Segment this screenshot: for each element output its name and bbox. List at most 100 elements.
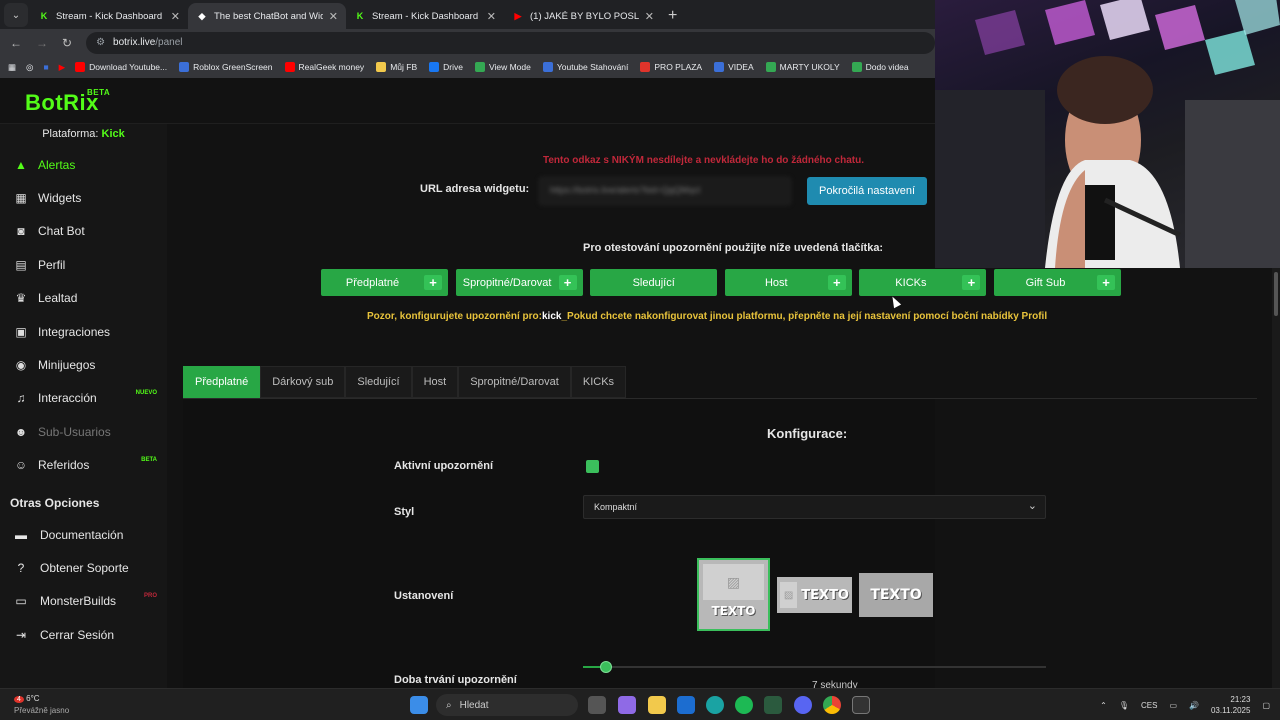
weather-widget[interactable]: 4 6°C Převážně jasno <box>14 693 69 716</box>
config-tab[interactable]: Dárkový sub <box>260 366 346 398</box>
chrome-icon[interactable]: ◎ <box>26 62 33 73</box>
sidebar-item-integraciones[interactable]: ▣ Integraciones <box>0 315 167 348</box>
test-alert-button[interactable]: Spropitné/Darovat + <box>455 269 583 296</box>
sidebar-item-perfil[interactable]: ▤ Perfil <box>0 248 167 281</box>
discord-icon[interactable] <box>794 696 812 714</box>
layout-option-overlay[interactable]: TEXTO <box>859 573 933 617</box>
browser-tab[interactable]: ▶ (1) JAKÉ BY BYLO POSLEDNÍ JÍD ✕ <box>504 3 662 29</box>
sidebar-item-chat-bot[interactable]: ◙ Chat Bot <box>0 215 167 248</box>
sidebar-item-lealtad[interactable]: ♛ Lealtad <box>0 282 167 315</box>
layout-option-side[interactable]: ▨ TEXTO <box>777 577 852 613</box>
windows-start-icon[interactable] <box>410 696 428 714</box>
platform-indicator: Plataforma: Kick <box>0 124 167 148</box>
edge-icon[interactable] <box>706 696 724 714</box>
test-alert-button[interactable]: Předplatné + <box>321 269 448 296</box>
style-select-value: Kompaktní <box>594 502 638 512</box>
bookmark-item[interactable]: Můj FB <box>376 62 417 72</box>
bookmark-item[interactable]: RealGeek money <box>284 62 364 72</box>
terminal-icon[interactable] <box>764 696 782 714</box>
taskbar-search[interactable]: ⌕ Hledat <box>436 694 578 716</box>
sidebar-item-label: Widgets <box>38 191 82 206</box>
bookmark-item[interactable]: Drive <box>429 62 463 72</box>
browser-tab[interactable]: K Stream - Kick Dashboard ✕ <box>346 3 504 29</box>
bookmark-item[interactable]: PRO PLAZA <box>640 62 702 72</box>
new-tab-icon[interactable]: + <box>668 7 677 25</box>
botrix-logo[interactable]: BotRix BETA <box>25 88 110 116</box>
language-indicator[interactable]: CES <box>1141 701 1157 710</box>
test-alert-button[interactable]: Sledující <box>590 269 718 296</box>
tab-search-icon[interactable]: ⌄ <box>4 3 28 27</box>
sidebar-option-documentaci-n[interactable]: ▬ Documentación <box>0 518 167 551</box>
sidebar-option-cerrar-sesi-n[interactable]: ⇥ Cerrar Sesión <box>0 618 167 651</box>
forward-icon[interactable]: → <box>36 36 48 50</box>
task-view-icon[interactable] <box>588 696 606 714</box>
widget-url-label: URL adresa widgetu: <box>420 183 530 195</box>
sidebar-option-obtener-soporte[interactable]: ? Obtener Soporte <box>0 551 167 584</box>
widget-url-input[interactable]: https://botrix.live/alerts?bid=QgQMqct <box>539 177 791 205</box>
browser-tab[interactable]: K Stream - Kick Dashboard ✕ <box>30 3 188 29</box>
close-icon[interactable]: ✕ <box>171 10 180 23</box>
duration-slider-track[interactable] <box>583 666 1046 668</box>
weather-temp: 6°C <box>26 694 40 703</box>
apps-icon[interactable]: ▦ <box>8 62 16 73</box>
scrollbar-thumb[interactable] <box>1274 272 1278 316</box>
page-scrollbar[interactable] <box>1272 268 1280 688</box>
sidebar-item-referidos[interactable]: ☺ Referidos BETA <box>0 449 167 482</box>
config-tab[interactable]: Host <box>411 366 459 398</box>
bookmark-item[interactable]: Youtube Stahování <box>542 62 628 72</box>
close-icon[interactable]: ✕ <box>329 10 338 23</box>
sidebar-item-minijuegos[interactable]: ◉ Minijuegos <box>0 348 167 381</box>
network-icon[interactable]: ▭ <box>1169 701 1177 710</box>
active-alert-checkbox[interactable] <box>586 460 599 473</box>
sidebar-item-sub-usuarios[interactable]: ☻ Sub-Usuarios <box>0 415 167 448</box>
bookmark-item[interactable]: View Mode <box>474 62 531 72</box>
config-tab[interactable]: Spropitné/Darovat <box>458 366 571 398</box>
notifications-icon[interactable]: ▢ <box>1262 701 1270 710</box>
docs-icon: ▬ <box>15 527 27 542</box>
config-tab[interactable]: KICKs <box>570 366 627 398</box>
url-field[interactable]: ⚙ botrix.live/panel <box>86 31 935 54</box>
copilot-icon[interactable] <box>618 696 636 714</box>
browser-tab-strip: ⌄ K Stream - Kick Dashboard ✕ ◆ The best Cha… <box>0 0 935 29</box>
test-alert-button[interactable]: Host + <box>724 269 852 296</box>
chevron-up-icon[interactable]: ⌃ <box>1100 701 1107 710</box>
youtube-icon[interactable]: ▶ <box>59 62 66 73</box>
layout-option-stacked[interactable]: ▨ TEXTO <box>697 558 770 631</box>
search-icon: ⌕ <box>446 699 452 711</box>
bookmark-item[interactable]: Roblox GreenScreen <box>179 62 273 72</box>
tab-favicon-icon: ◆ <box>198 10 206 21</box>
bookmark-item[interactable]: VIDEA <box>714 62 754 72</box>
clock[interactable]: 21:23 03.11.2025 <box>1211 694 1250 716</box>
volume-icon[interactable]: 🔊 <box>1189 701 1199 710</box>
weather-badge: 4 <box>14 696 24 703</box>
bookmark-favicon-icon <box>376 62 387 72</box>
bookmark-icon[interactable]: ■ <box>43 62 48 72</box>
config-tab[interactable]: Předplatné <box>183 366 261 398</box>
back-icon[interactable]: ← <box>10 36 22 50</box>
browser-tab[interactable]: ◆ The best ChatBot and Widgets ✕ <box>188 3 346 29</box>
test-alert-button[interactable]: KICKs + <box>859 269 987 296</box>
epic-games-icon[interactable] <box>852 696 870 714</box>
close-icon[interactable]: ✕ <box>487 10 496 23</box>
explorer-icon[interactable] <box>648 696 666 714</box>
reload-icon[interactable]: ↻ <box>62 36 72 50</box>
chrome-taskbar-icon[interactable] <box>823 696 841 714</box>
test-alert-button[interactable]: Gift Sub + <box>994 269 1121 296</box>
outlook-icon[interactable] <box>677 696 695 714</box>
bookmark-favicon-icon <box>75 62 86 72</box>
sidebar-item-widgets[interactable]: ▦ Widgets <box>0 181 167 214</box>
bookmark-item[interactable]: Download Youtube... <box>75 62 167 72</box>
style-select[interactable]: Kompaktní ⌄ <box>583 495 1046 519</box>
bookmark-item[interactable]: Dodo videa <box>851 62 909 72</box>
advanced-settings-button[interactable]: Pokročilá nastavení <box>807 177 927 205</box>
config-tab[interactable]: Sledující <box>345 366 412 398</box>
tab-title: Stream - Kick Dashboard <box>372 10 479 22</box>
sidebar-item-alertas[interactable]: ▲ Alertas <box>0 148 167 181</box>
close-icon[interactable]: ✕ <box>645 10 654 23</box>
sidebar-item-interacci-n[interactable]: ♫ Interacción NUEVO <box>0 382 167 415</box>
spotify-icon[interactable] <box>735 696 753 714</box>
bookmark-item[interactable]: MARTY UKOLY <box>765 62 840 72</box>
microphone-icon[interactable]: 🎙 <box>1119 701 1129 710</box>
site-info-icon[interactable]: ⚙ <box>96 37 105 48</box>
sidebar-option-monsterbuilds[interactable]: ▭ MonsterBuilds PRO <box>0 585 167 618</box>
